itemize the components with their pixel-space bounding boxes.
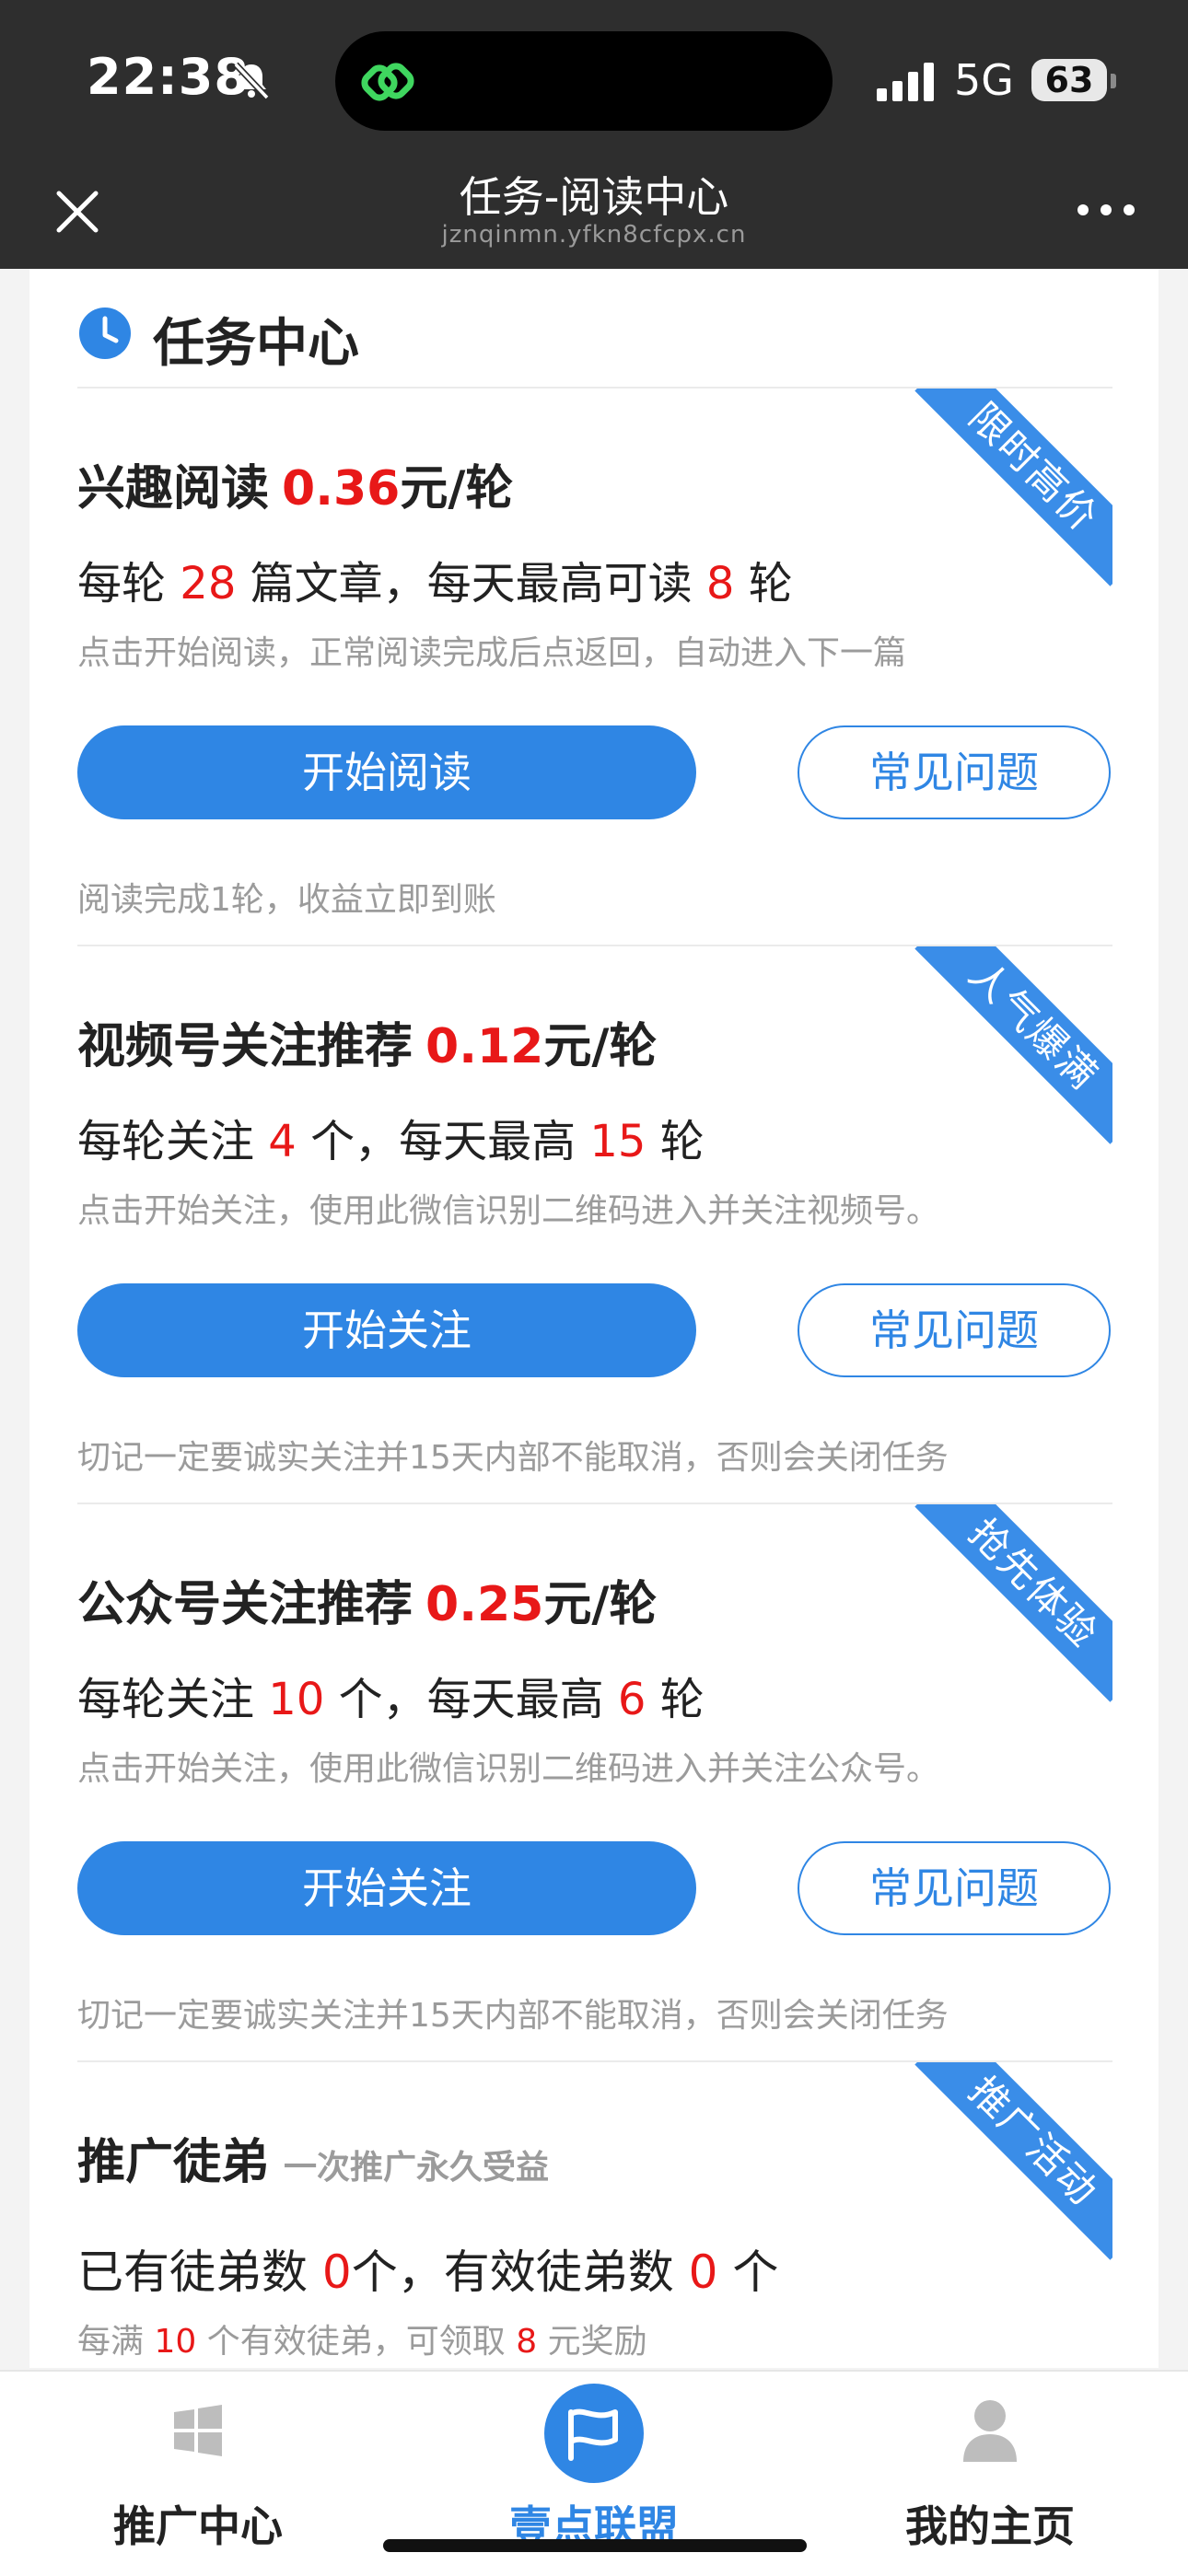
promo-title: 推广徒弟 一次推广永久受益 xyxy=(77,2135,550,2190)
task-price: 0.12 xyxy=(425,1019,544,1074)
task-description: 每轮关注 10 个，每天最高 6 轮 xyxy=(77,1674,705,1725)
network-type: 5G xyxy=(954,55,1014,105)
section-title: 任务中心 xyxy=(153,314,359,374)
task-card-reading: 限时高价 兴趣阅读 0.36元/轮 每轮 28 篇文章，每天最高可读 8 轮 点击… xyxy=(77,387,1112,946)
faq-button[interactable]: 常见问题 xyxy=(798,1841,1111,1935)
task-price: 0.36 xyxy=(282,461,401,516)
promo-card: 推广活动 推广徒弟 一次推广永久受益 已有徒弟数 0个，有效徒弟数 0 个 每满 … xyxy=(77,2060,1112,2368)
bell-muted-icon xyxy=(233,62,270,100)
tab-label: 我的主页 xyxy=(905,2501,1075,2551)
ribbon-badge: 限时高价 xyxy=(914,389,1112,586)
promo-description: 已有徒弟数 0个，有效徒弟数 0 个 xyxy=(77,2245,779,2299)
task-description: 每轮关注 4 个，每天最高 15 轮 xyxy=(77,1116,705,1167)
tab-label: 推广中心 xyxy=(113,2501,283,2551)
tab-promotion-center[interactable]: 推广中心 xyxy=(46,2372,350,2576)
ribbon-badge: 人气爆满 xyxy=(914,946,1112,1144)
task-card-official-account: 抢先体验 公众号关注推荐 0.25元/轮 每轮关注 10 个，每天最高 6 轮 点… xyxy=(77,1503,1112,2062)
tab-my-home[interactable]: 我的主页 xyxy=(838,2372,1142,2576)
promo-subtitle: 一次推广永久受益 xyxy=(284,2149,550,2187)
more-options-icon[interactable] xyxy=(1077,204,1135,219)
faq-button[interactable]: 常见问题 xyxy=(798,1283,1111,1377)
task-hint: 点击开始关注，使用此微信识别二维码进入并关注视频号。 xyxy=(77,1192,940,1230)
start-follow-button[interactable]: 开始关注 xyxy=(77,1841,696,1935)
task-title: 兴趣阅读 0.36元/轮 xyxy=(77,461,514,516)
task-hint: 点击开始阅读，正常阅读完成后点返回，自动进入下一篇 xyxy=(77,634,907,672)
task-description: 每轮 28 篇文章，每天最高可读 8 轮 xyxy=(77,558,793,609)
task-note: 切记一定要诚实关注并15天内部不能取消，否则会关闭任务 xyxy=(77,1997,949,2035)
battery-tip xyxy=(1111,74,1116,88)
page-title: 任务-阅读中心 xyxy=(459,172,729,222)
nav-bar: 任务-阅读中心 jznqinmn.yfkn8cfcpx.cn xyxy=(0,147,1188,269)
status-time: 22:38 xyxy=(87,48,250,106)
ribbon-badge: 抢先体验 xyxy=(914,1504,1112,1702)
clock-icon xyxy=(79,307,131,359)
task-hint: 点击开始关注，使用此微信识别二维码进入并关注公众号。 xyxy=(77,1750,940,1788)
task-title: 视频号关注推荐 0.12元/轮 xyxy=(77,1019,658,1074)
task-price: 0.25 xyxy=(425,1577,544,1632)
task-note: 阅读完成1轮，收益立即到账 xyxy=(77,881,496,919)
start-follow-button[interactable]: 开始关注 xyxy=(77,1283,696,1377)
page-domain: jznqinmn.yfkn8cfcpx.cn xyxy=(441,221,747,249)
task-note: 切记一定要诚实关注并15天内部不能取消，否则会关闭任务 xyxy=(77,1439,949,1477)
ribbon-badge: 推广活动 xyxy=(914,2062,1112,2260)
link-icon xyxy=(361,63,414,101)
dynamic-island xyxy=(335,31,833,131)
content-card: 任务中心 限时高价 兴趣阅读 0.36元/轮 每轮 28 篇文章，每天最高可读 8… xyxy=(29,269,1159,2368)
windows-grid-icon xyxy=(174,2405,222,2456)
home-indicator xyxy=(383,2539,807,2552)
task-title: 公众号关注推荐 0.25元/轮 xyxy=(77,1577,658,1632)
task-card-video-follow: 人气爆满 视频号关注推荐 0.12元/轮 每轮关注 4 个，每天最高 15 轮 点… xyxy=(77,945,1112,1504)
promo-hint: 每满 10 个有效徒弟，可领取 8 元奖励 xyxy=(77,2323,647,2361)
battery-icon: 63 xyxy=(1031,59,1107,101)
cell-signal-icon xyxy=(877,63,934,101)
flag-icon xyxy=(544,2384,644,2483)
person-icon xyxy=(963,2400,1017,2462)
start-reading-button[interactable]: 开始阅读 xyxy=(77,725,696,819)
status-bar: 22:38 5G 63 xyxy=(0,0,1188,147)
faq-button[interactable]: 常见问题 xyxy=(798,725,1111,819)
